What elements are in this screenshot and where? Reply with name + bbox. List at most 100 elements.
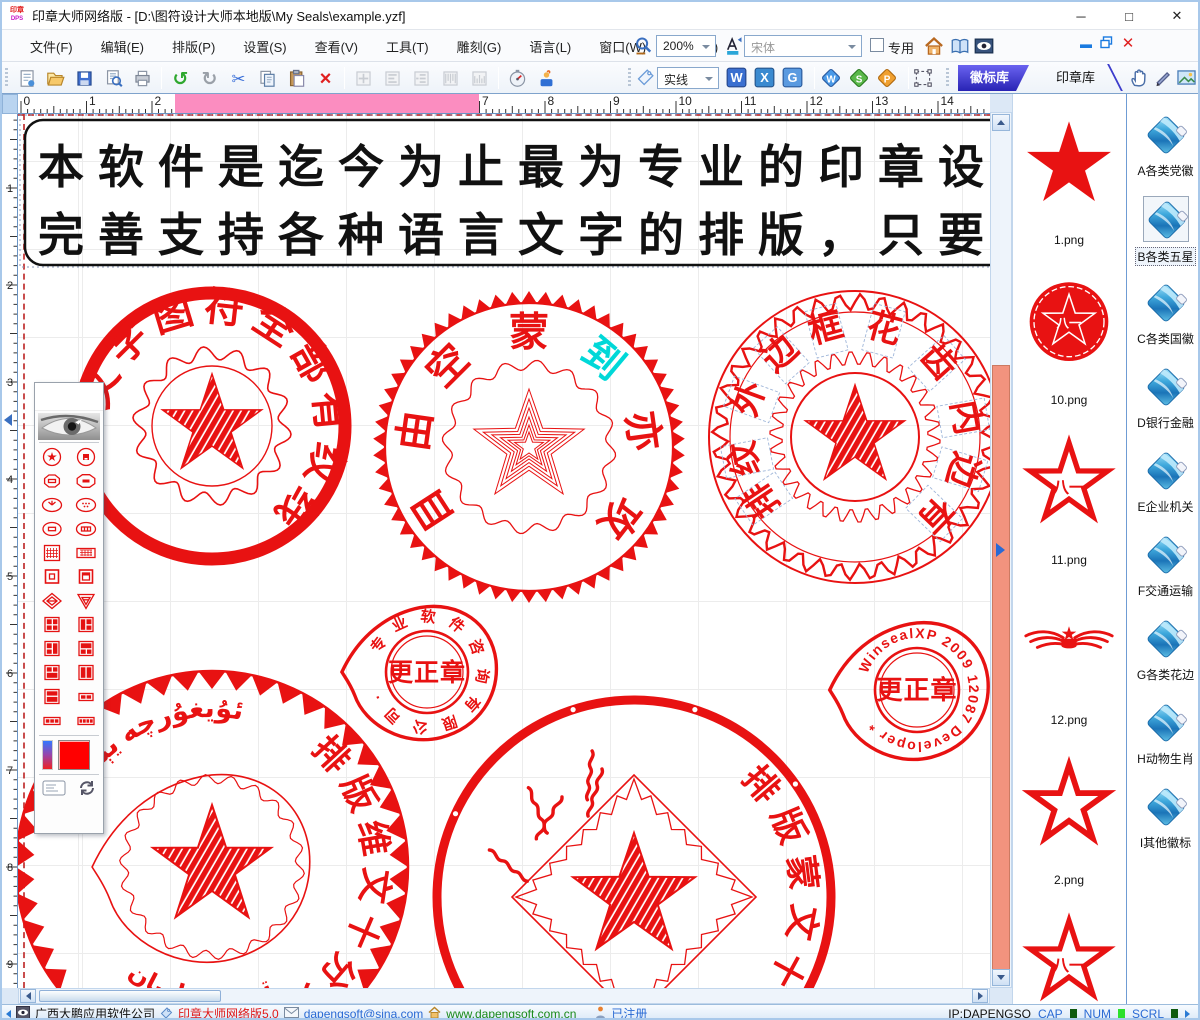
library-book-icon[interactable] — [950, 36, 970, 56]
palette-icon-rect-3[interactable] — [39, 709, 65, 733]
category-H动物生肖[interactable]: H动物生肖 — [1127, 700, 1200, 768]
menu-item-6[interactable]: 雕刻(G) — [443, 32, 516, 61]
category-D银行金融[interactable]: D银行金融 — [1127, 364, 1200, 432]
seal-border-demo[interactable]: 排纹外边框花齿内边有 — [709, 291, 990, 583]
status-back-arrow-icon[interactable] — [6, 1010, 11, 1018]
category-C各类国徽[interactable]: C各类国徽 — [1127, 280, 1200, 348]
zoom-tool-icon[interactable] — [634, 36, 654, 56]
palette-icon-rect-4[interactable] — [73, 709, 99, 733]
zoom-level-select[interactable]: 200% — [656, 35, 716, 57]
minimize-button[interactable]: ─ — [1070, 9, 1092, 24]
fit-selection-button[interactable] — [349, 65, 378, 91]
thumbnail-11.png[interactable]: 八一11.png — [1013, 426, 1125, 567]
tab-seal-library[interactable]: 印章库 — [1046, 65, 1105, 91]
menu-item-2[interactable]: 排版(P) — [158, 32, 229, 61]
menu-item-0[interactable]: 文件(F) — [16, 32, 87, 61]
palette-icon-sq-insq[interactable] — [39, 565, 65, 589]
palette-properties-button[interactable] — [42, 780, 66, 801]
status-email[interactable]: dapengsoft@sina.com — [304, 1007, 424, 1020]
headline-text-frame[interactable]: 本软件是迄今为止最为专业的印章设 完善支持各种语言文字的排版，只要 — [20, 115, 990, 267]
home-icon[interactable] — [924, 36, 944, 56]
delete-button[interactable]: × — [311, 65, 340, 91]
open-folder-button[interactable] — [41, 65, 70, 91]
ruler-v-button[interactable] — [436, 65, 465, 91]
thumbnail-10.png[interactable]: 八一10.png — [1013, 266, 1125, 407]
scroll-up-button[interactable] — [992, 114, 1010, 131]
copy-button[interactable] — [253, 65, 282, 91]
current-color-swatch[interactable] — [58, 740, 90, 770]
tab-emblem-library[interactable]: 徽标库 — [958, 65, 1029, 91]
palette-icon-grid-wide[interactable] — [73, 541, 99, 565]
paste-button[interactable] — [282, 65, 311, 91]
seal-multilang[interactable]: 空蒙到亦攻目由 — [373, 291, 685, 603]
export-word-icon[interactable]: W — [726, 67, 746, 87]
palette-icon-oval-dots[interactable] — [73, 493, 99, 517]
palette-icon-oct-bar-w[interactable] — [73, 469, 99, 493]
palette-icon-sq-top[interactable] — [39, 661, 65, 685]
palette-icon-sq-rows[interactable] — [39, 685, 65, 709]
vertical-ruler[interactable]: 123456789 — [2, 114, 18, 988]
indent-button[interactable] — [407, 65, 436, 91]
palette-icon-sq-left[interactable] — [39, 637, 65, 661]
category-G各类花边[interactable]: G各类花边 — [1127, 616, 1200, 684]
select-region-icon[interactable] — [912, 67, 932, 87]
scroll-right-button[interactable] — [972, 989, 988, 1003]
scroll-left-button[interactable] — [20, 989, 36, 1003]
palette-title-bar[interactable] — [35, 383, 103, 411]
undo-button[interactable]: ↺ — [166, 65, 195, 91]
palette-icon-circ-sq[interactable] — [73, 445, 99, 469]
category-F交通运输[interactable]: F交通运输 — [1127, 532, 1200, 600]
gem-word-icon[interactable]: W — [820, 67, 840, 87]
palette-icon-tri-down[interactable] — [73, 589, 99, 613]
horizontal-scrollbar[interactable] — [18, 988, 990, 1004]
timer-button[interactable] — [503, 65, 532, 91]
gem-ppt-icon[interactable]: P — [876, 67, 896, 87]
palette-icon-diam-lines[interactable] — [39, 589, 65, 613]
color-gradient-strip[interactable] — [42, 740, 53, 770]
palette-icon-sq-bottom[interactable] — [73, 637, 99, 661]
preview-eye-icon[interactable] — [974, 36, 994, 56]
seal-correction-en[interactable]: 更正章 WinsealXP 2009 12087 Developer * — [830, 623, 988, 760]
menu-item-4[interactable]: 查看(V) — [301, 32, 372, 61]
menu-item-7[interactable]: 语言(L) — [515, 32, 585, 61]
palette-icon-oval-lines[interactable] — [73, 517, 99, 541]
horizontal-scroll-thumb[interactable] — [39, 990, 221, 1002]
seal-star-gear[interactable]: 文字图符全部有纹线 — [73, 285, 354, 559]
palette-icon-grid-dense[interactable] — [39, 541, 65, 565]
menu-item-3[interactable]: 设置(S) — [229, 32, 300, 61]
engrave-button[interactable] — [532, 65, 561, 91]
palette-icon-grid-left[interactable] — [73, 613, 99, 637]
menu-item-5[interactable]: 工具(T) — [372, 32, 443, 61]
palette-icon-oval-gauge[interactable] — [39, 493, 65, 517]
mdi-minimize-button[interactable]: ▬ — [1078, 36, 1094, 52]
redo-button[interactable]: ↻ — [195, 65, 224, 91]
palette-refresh-button[interactable] — [78, 780, 96, 801]
horizontal-ruler[interactable]: 01234567891011121314 — [18, 94, 990, 114]
hand-pan-icon[interactable] — [1128, 67, 1148, 87]
scroll-down-button[interactable] — [992, 969, 1010, 986]
align-page-button[interactable] — [378, 65, 407, 91]
palette-icon-grid-2x2[interactable] — [39, 613, 65, 637]
panel-collapse-arrow-icon[interactable] — [996, 543, 1005, 557]
seal-correction-cn[interactable]: 更正章 专业软件咨询有限公司· — [342, 606, 496, 739]
mdi-restore-button[interactable] — [1098, 36, 1114, 52]
thumbnail-partial[interactable]: 八一 — [1013, 904, 1125, 1004]
category-I其他徽标[interactable]: I其他徽标 — [1127, 784, 1200, 852]
floating-border-palette[interactable] — [34, 382, 104, 834]
print-preview-button[interactable] — [99, 65, 128, 91]
save-button[interactable] — [70, 65, 99, 91]
special-checkbox[interactable] — [870, 38, 884, 52]
vertical-scrollbar[interactable] — [990, 112, 1012, 988]
export-chart-icon[interactable]: G — [782, 67, 802, 87]
line-style-select[interactable]: 实线 — [657, 67, 719, 89]
thumbnail-2.png[interactable]: 2.png — [1013, 746, 1125, 887]
seal-mongol[interactable]: 排版蒙文十分方便 — [437, 700, 831, 988]
thumbnail-1.png[interactable]: 1.png — [1013, 106, 1125, 247]
palette-icon-oval-bar[interactable] — [39, 517, 65, 541]
thumbnail-12.png[interactable]: 12.png — [1013, 586, 1125, 727]
mdi-close-button[interactable]: ✕ — [1120, 36, 1136, 52]
close-button[interactable]: ✕ — [1166, 8, 1188, 24]
status-website[interactable]: www.dapengsoft.com.cn — [446, 1007, 576, 1020]
export-excel-icon[interactable]: X — [754, 67, 774, 87]
palette-icon-rect-bar[interactable] — [73, 685, 99, 709]
